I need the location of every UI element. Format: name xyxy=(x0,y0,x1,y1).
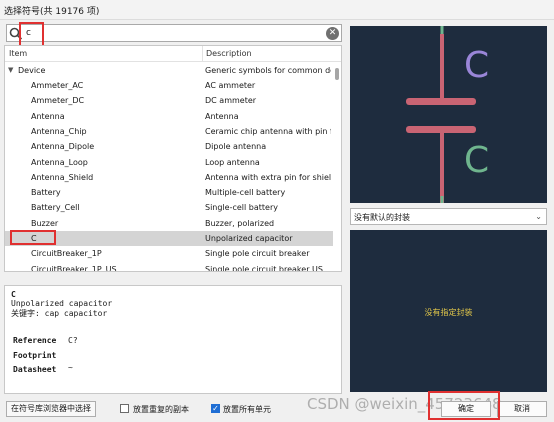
footprint-label: Footprint xyxy=(13,351,57,360)
footprint-select[interactable]: 没有默认的封装 ⌄ xyxy=(350,208,547,225)
window-title: 选择符号(共 19176 项) xyxy=(4,7,100,17)
row-description: Ceramic chip antenna with pin fo xyxy=(205,126,331,136)
row-description: Dipole antenna xyxy=(205,142,267,152)
check-icon: ✓ xyxy=(212,404,219,413)
row-item-name: Antenna xyxy=(31,111,65,121)
ok-highlight xyxy=(428,391,500,420)
row-description: Unpolarized capacitor xyxy=(205,234,293,243)
row-description: Buzzer, polarized xyxy=(205,218,275,228)
row-description: Antenna with extra pin for shield xyxy=(205,172,331,182)
tree-header: Item Description xyxy=(5,46,341,62)
tree-row[interactable]: Buzzer Buzzer, polarized xyxy=(5,216,333,231)
row-description: AC ammeter xyxy=(205,81,256,90)
duplicate-copy-checkbox[interactable] xyxy=(120,404,129,413)
group-description: Generic symbols for common de xyxy=(205,66,331,75)
column-separator[interactable] xyxy=(202,46,203,62)
row-description: DC ammeter xyxy=(205,96,257,106)
plate-top xyxy=(406,98,476,105)
column-item[interactable]: Item xyxy=(9,49,27,58)
row-item-name: Buzzer xyxy=(31,218,59,228)
tree-row[interactable]: Battery_Cell Single-cell battery xyxy=(5,200,333,215)
chevron-down-icon[interactable]: ⌄ xyxy=(535,212,542,221)
info-description: Unpolarized capacitor xyxy=(11,299,113,308)
datasheet-label: Datasheet xyxy=(13,365,57,374)
row-item-name: Ammeter_DC xyxy=(31,96,85,106)
tree-row[interactable]: Battery Multiple-cell battery xyxy=(5,185,333,200)
search-input[interactable]: c ✕ xyxy=(6,24,342,42)
symbol-info-panel: C Unpolarized capacitor 关键字: cap capacit… xyxy=(4,285,342,394)
reference-text: C xyxy=(464,45,489,86)
row-description: Single pole circuit breaker xyxy=(205,249,310,259)
all-units-label[interactable]: 放置所有单元 xyxy=(223,404,271,415)
all-units-checkbox[interactable]: ✓ xyxy=(211,404,220,413)
tree-row[interactable]: Antenna_Loop Loop antenna xyxy=(5,155,333,170)
tree-row[interactable]: Ammeter_AC AC ammeter xyxy=(5,78,333,93)
footprint-selected: 没有默认的封装 xyxy=(354,213,410,222)
tree-row[interactable]: CircuitBreaker_1P Single pole circuit bre… xyxy=(5,246,333,261)
scrollbar-thumb[interactable] xyxy=(335,68,339,80)
duplicate-copy-label[interactable]: 放置重复的副本 xyxy=(133,404,189,415)
group-label: Device xyxy=(18,66,46,75)
cancel-button[interactable]: 取消 xyxy=(497,401,547,417)
plate-bottom xyxy=(406,126,476,133)
tree-group-device[interactable]: ▼ Device Generic symbols for common de xyxy=(5,63,333,78)
tree-row[interactable]: Antenna_Shield Antenna with extra pin for… xyxy=(5,170,333,185)
footprint-preview: 没有指定封装 xyxy=(350,230,547,392)
row-description: Loop antenna xyxy=(205,157,260,167)
row-item-name: CircuitBreaker_1P_US xyxy=(31,264,117,272)
tree-row[interactable]: Antenna_Dipole Dipole antenna xyxy=(5,139,333,154)
row-item-name: Antenna_Shield xyxy=(31,172,94,182)
tree-scrollbar[interactable] xyxy=(334,64,340,271)
title-bar: 选择符号(共 19176 项) xyxy=(0,0,554,20)
tree-row[interactable]: CircuitBreaker_1P_US Single pole circuit … xyxy=(5,262,333,272)
chevron-down-icon[interactable]: ▼ xyxy=(8,66,13,74)
reference-value: C? xyxy=(68,336,78,345)
symbol-preview: C C xyxy=(350,26,547,203)
row-item-name: Antenna_Loop xyxy=(31,157,88,167)
tree-row[interactable]: Antenna_Chip Ceramic chip antenna with pi… xyxy=(5,124,333,139)
browse-library-button[interactable]: 在符号库浏览器中选择 xyxy=(6,401,96,417)
row-item-name: Battery xyxy=(31,188,61,198)
row-description: Single pole circuit breaker US xyxy=(205,264,323,272)
info-name: C xyxy=(11,290,16,299)
clear-search-icon[interactable]: ✕ xyxy=(326,27,339,40)
row-description: Single-cell battery xyxy=(205,203,278,213)
tree-row[interactable]: Ammeter_DC DC ammeter xyxy=(5,93,333,108)
row-item-name: CircuitBreaker_1P xyxy=(31,249,102,259)
tree-row[interactable]: Antenna Antenna xyxy=(5,109,333,124)
datasheet-value: ~ xyxy=(68,363,73,372)
no-footprint-text: 没有指定封装 xyxy=(424,308,473,317)
reference-label: Reference xyxy=(13,336,57,345)
row-item-name: Antenna_Chip xyxy=(31,126,87,136)
row-item-name: Battery_Cell xyxy=(31,203,80,213)
capacitor-symbol: C C xyxy=(406,26,489,203)
row-item-name: Ammeter_AC xyxy=(31,81,84,90)
column-description[interactable]: Description xyxy=(206,49,252,58)
info-keywords: 关键字: cap capacitor xyxy=(11,309,108,318)
row-item-name: Antenna_Dipole xyxy=(31,142,95,152)
row-description: Multiple-cell battery xyxy=(205,188,286,198)
selection-highlight xyxy=(10,230,56,245)
value-text: C xyxy=(464,140,489,181)
row-description: Antenna xyxy=(205,111,239,121)
